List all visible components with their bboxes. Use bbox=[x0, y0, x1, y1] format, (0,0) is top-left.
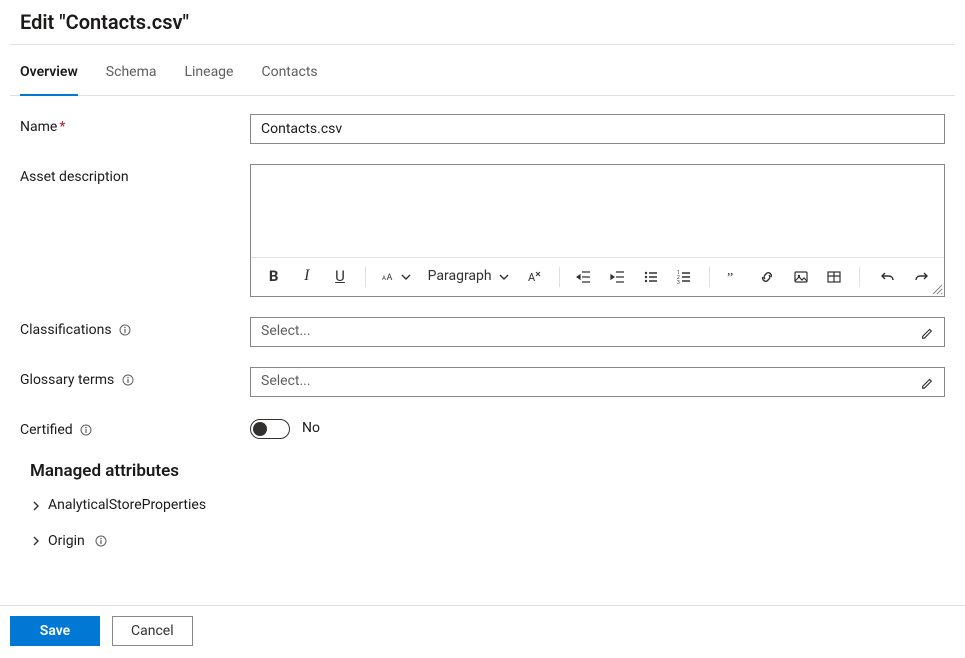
chevron-right-icon bbox=[30, 535, 42, 547]
info-icon[interactable] bbox=[95, 535, 107, 547]
certified-label: Certified bbox=[20, 417, 230, 441]
svg-text:A: A bbox=[382, 275, 386, 282]
attr-group-origin[interactable]: Origin bbox=[30, 532, 945, 552]
glossary-placeholder: Select... bbox=[261, 372, 311, 392]
paragraph-label: Paragraph bbox=[428, 267, 492, 287]
svg-text:3: 3 bbox=[677, 280, 680, 285]
attr-group-label: AnalyticalStoreProperties bbox=[48, 496, 206, 516]
svg-text:A: A bbox=[386, 273, 392, 283]
paragraph-dropdown[interactable]: Paragraph bbox=[422, 262, 516, 292]
tab-overview[interactable]: Overview bbox=[20, 57, 78, 95]
description-editor: B I U A A Paragraph bbox=[250, 164, 945, 297]
classifications-select[interactable]: Select... bbox=[250, 317, 945, 347]
classifications-placeholder: Select... bbox=[261, 322, 311, 342]
outdent-button[interactable] bbox=[570, 262, 599, 292]
toolbar-divider bbox=[709, 267, 710, 287]
edit-icon bbox=[920, 375, 934, 389]
certified-value: No bbox=[302, 419, 320, 439]
image-button[interactable] bbox=[786, 262, 815, 292]
description-label: Asset description bbox=[20, 164, 230, 188]
redo-icon bbox=[913, 269, 929, 285]
font-size-dropdown[interactable]: A A bbox=[376, 262, 418, 292]
footer: Save Cancel bbox=[0, 605, 965, 658]
info-icon[interactable] bbox=[122, 374, 134, 386]
bold-button[interactable]: B bbox=[259, 262, 288, 292]
toolbar-divider bbox=[559, 267, 560, 287]
chevron-right-icon bbox=[30, 500, 42, 512]
form-overview: Name* Asset description B I U bbox=[10, 96, 955, 568]
numbered-list-button[interactable]: 123 bbox=[669, 262, 698, 292]
description-textarea[interactable] bbox=[251, 165, 944, 257]
chevron-down-icon bbox=[400, 271, 412, 283]
clear-format-icon: A bbox=[526, 269, 542, 285]
tab-contacts[interactable]: Contacts bbox=[261, 57, 317, 95]
indent-icon bbox=[610, 269, 626, 285]
table-button[interactable] bbox=[819, 262, 848, 292]
toolbar-divider bbox=[859, 267, 860, 287]
tab-lineage[interactable]: Lineage bbox=[184, 57, 233, 95]
chevron-down-icon bbox=[498, 271, 510, 283]
link-button[interactable] bbox=[753, 262, 782, 292]
indent-button[interactable] bbox=[603, 262, 632, 292]
info-icon[interactable] bbox=[119, 324, 131, 336]
resize-handle-icon[interactable] bbox=[931, 283, 943, 295]
quote-icon: ” bbox=[726, 269, 742, 285]
undo-icon bbox=[880, 269, 896, 285]
edit-icon bbox=[920, 325, 934, 339]
link-icon bbox=[759, 269, 775, 285]
numbered-list-icon: 123 bbox=[676, 269, 692, 285]
toolbar-divider bbox=[365, 267, 366, 287]
outdent-icon bbox=[576, 269, 592, 285]
rich-text-toolbar: B I U A A Paragraph bbox=[251, 257, 944, 296]
attr-group-analytical-store-properties[interactable]: AnalyticalStoreProperties bbox=[30, 496, 945, 516]
required-asterisk: * bbox=[59, 119, 65, 135]
image-icon bbox=[793, 269, 809, 285]
classifications-label: Classifications bbox=[20, 317, 230, 341]
glossary-label: Glossary terms bbox=[20, 367, 230, 391]
certified-toggle[interactable] bbox=[250, 419, 290, 439]
cancel-button[interactable]: Cancel bbox=[112, 616, 193, 646]
svg-text:”: ” bbox=[727, 271, 733, 285]
name-input[interactable] bbox=[250, 114, 945, 144]
undo-button[interactable] bbox=[873, 262, 902, 292]
info-icon[interactable] bbox=[80, 424, 92, 436]
bullet-list-icon bbox=[643, 269, 659, 285]
tab-schema[interactable]: Schema bbox=[106, 57, 157, 95]
attr-group-label: Origin bbox=[48, 532, 85, 552]
name-label: Name* bbox=[20, 114, 230, 138]
glossary-select[interactable]: Select... bbox=[250, 367, 945, 397]
underline-button[interactable]: U bbox=[325, 262, 354, 292]
quote-button[interactable]: ” bbox=[720, 262, 749, 292]
svg-text:A: A bbox=[528, 271, 536, 284]
clear-formatting-button[interactable]: A bbox=[520, 262, 549, 292]
tabs: Overview Schema Lineage Contacts bbox=[10, 45, 955, 96]
italic-button[interactable]: I bbox=[292, 262, 321, 292]
table-icon bbox=[826, 269, 842, 285]
save-button[interactable]: Save bbox=[10, 616, 100, 646]
managed-attributes-heading: Managed attributes bbox=[30, 460, 945, 484]
bullet-list-button[interactable] bbox=[636, 262, 665, 292]
font-size-icon: A A bbox=[382, 271, 394, 283]
page-title: Edit "Contacts.csv" bbox=[20, 8, 955, 36]
